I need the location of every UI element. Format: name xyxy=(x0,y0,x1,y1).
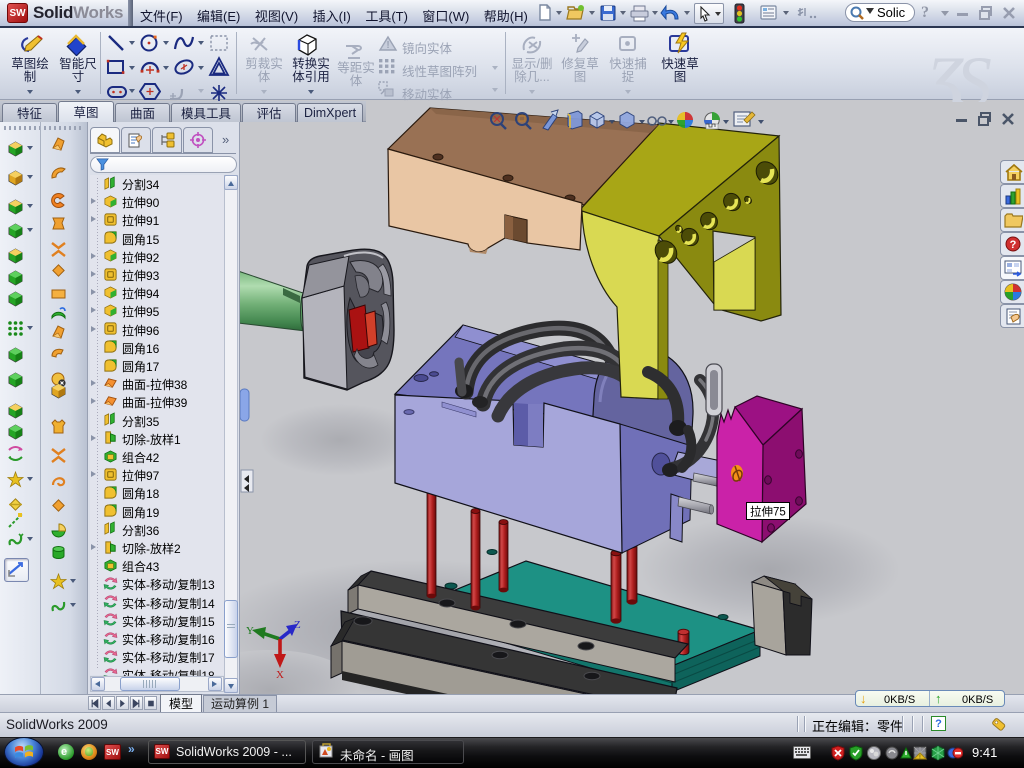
svg-text:?: ? xyxy=(1010,239,1017,251)
svg-text:!: ! xyxy=(386,36,389,51)
svg-text:Y: Y xyxy=(246,625,254,637)
svg-text:拉伸75: 拉伸75 xyxy=(750,504,786,520)
svg-text:Z: Z xyxy=(294,619,301,631)
svg-text:X: X xyxy=(276,669,284,681)
